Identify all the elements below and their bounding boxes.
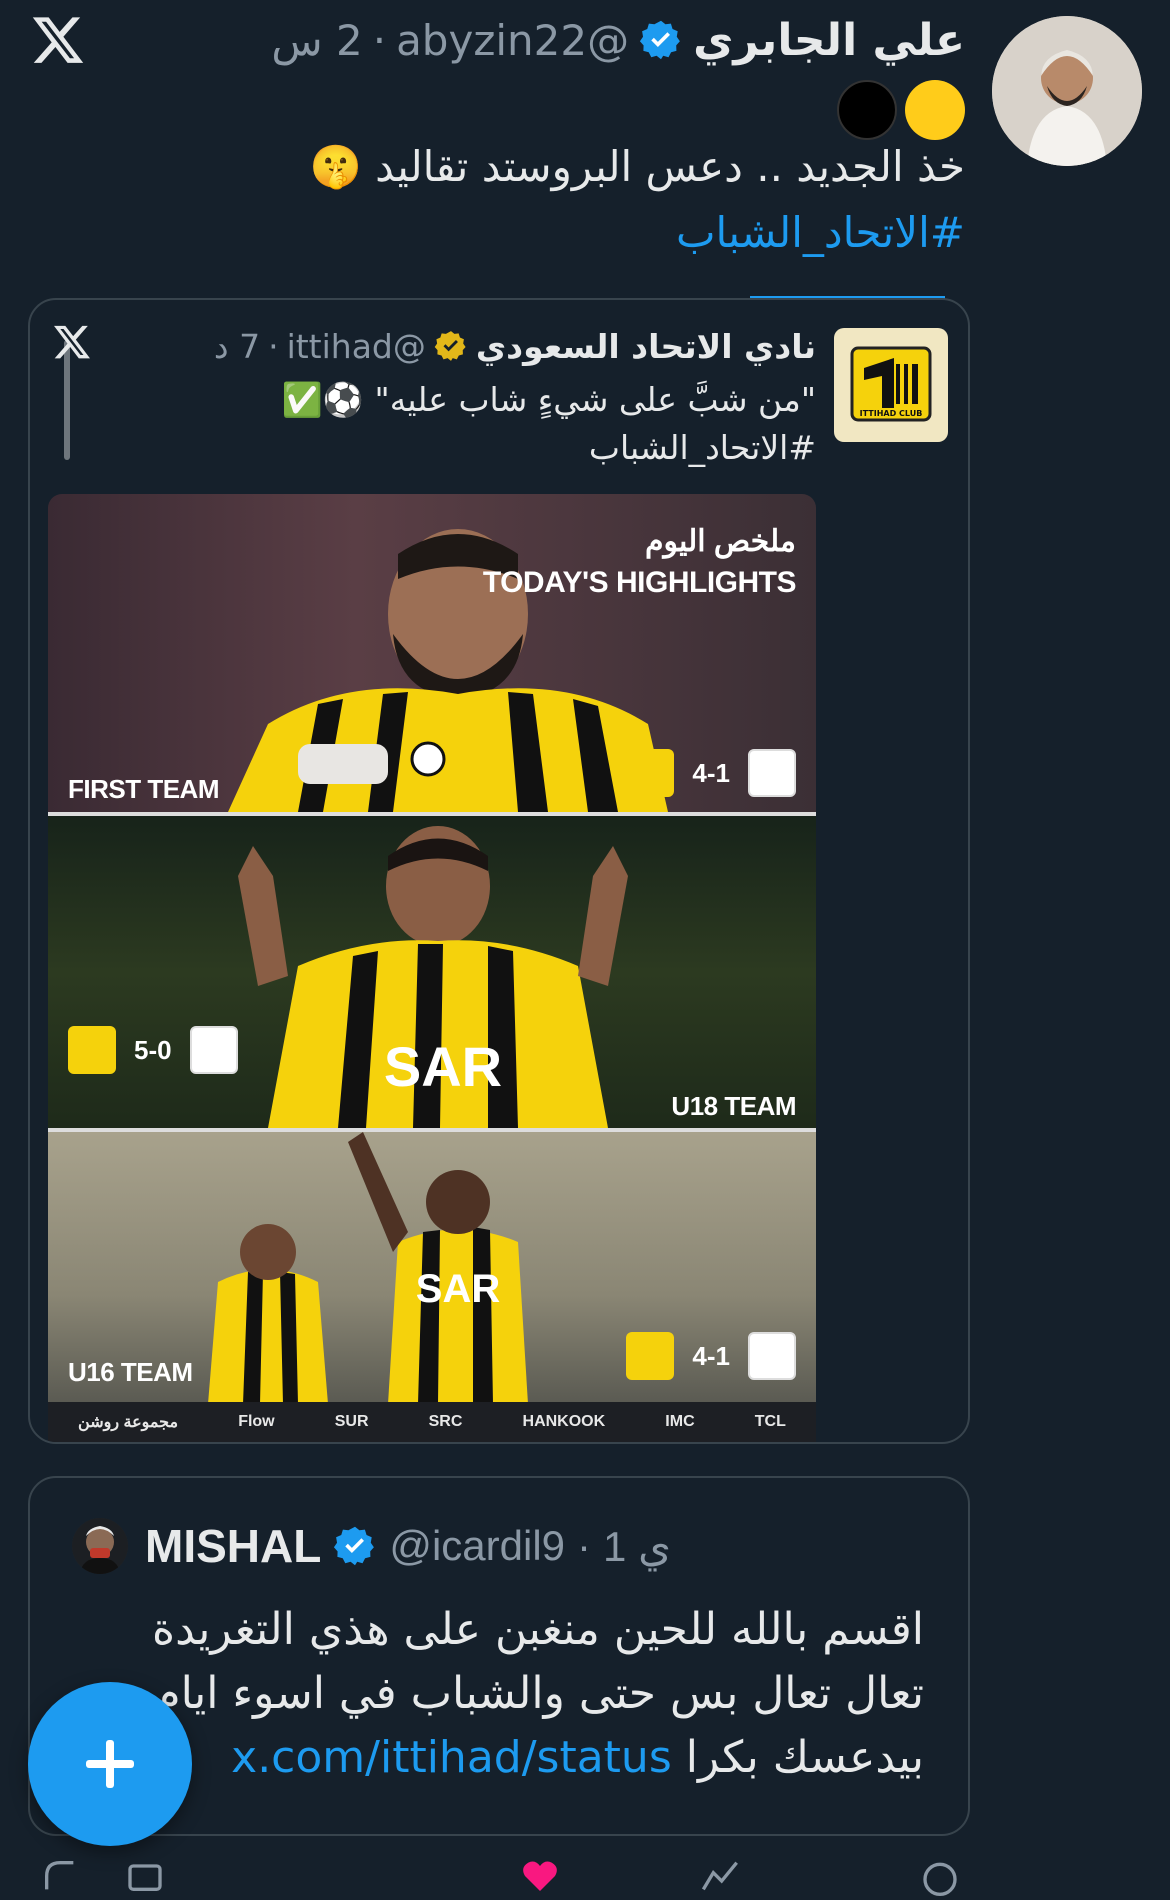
media-panel-u18: SAR 5-0 U18 TEAM bbox=[48, 816, 816, 1128]
ittihad-crest-icon bbox=[68, 1026, 116, 1074]
reply-avatar-image bbox=[72, 1518, 128, 1574]
quoted-header: نادي الاتحاد السعودي @ittihad · 7 د bbox=[214, 322, 816, 370]
sponsor-src: SRC bbox=[428, 1413, 463, 1430]
reply-header: MISHAL @icardil9 · 1 ي bbox=[145, 1516, 671, 1576]
quoted-text: "من شبَّ على شيءٍ شاب عليه" ⚽️✅ bbox=[281, 380, 816, 419]
reply-icon[interactable] bbox=[40, 1856, 80, 1896]
quoted-hashtag[interactable]: #الاتحاد_الشباب bbox=[589, 428, 816, 467]
u16-score-text: 4-1 bbox=[692, 1340, 730, 1371]
verified-badge-icon bbox=[640, 20, 680, 60]
first-team-label: FIRST TEAM bbox=[68, 774, 220, 804]
svg-text:SAR: SAR bbox=[416, 1267, 501, 1311]
emoji-row bbox=[837, 80, 965, 140]
tweet-action-bar bbox=[0, 1856, 1170, 1900]
retweet-icon[interactable] bbox=[125, 1856, 165, 1896]
status-link[interactable]: x.com/ittihad/status bbox=[231, 1732, 672, 1783]
reply-time[interactable]: 1 ي bbox=[603, 1522, 671, 1571]
svg-text:SAR: SAR bbox=[384, 1035, 502, 1098]
quoted-x-logo-icon bbox=[54, 325, 90, 359]
u16-team-label: U16 TEAM bbox=[68, 1357, 193, 1387]
sponsor-bar: مجموعة روشن Flow SUR SRC HANKOOK IMC TCL bbox=[48, 1402, 816, 1442]
media-title-ar: ملخص اليوم bbox=[644, 525, 797, 558]
reply-text-line-2: تعال تعال بس حتى والشباب في اسوء ايام bbox=[153, 1668, 924, 1719]
reply-handle[interactable]: @icardil9 bbox=[389, 1522, 565, 1570]
first-team-score: 4-1 bbox=[626, 749, 796, 797]
author-avatar[interactable] bbox=[992, 16, 1142, 166]
sponsor-roshn: مجموعة روشن bbox=[78, 1414, 179, 1431]
header-separator: · bbox=[372, 15, 387, 65]
u16-score: 4-1 bbox=[626, 1332, 796, 1380]
sponsor-flow: Flow bbox=[238, 1413, 275, 1430]
author-avatar-image bbox=[992, 16, 1142, 166]
x-logo-icon[interactable] bbox=[30, 12, 86, 68]
opponent-crest-icon bbox=[748, 749, 796, 797]
black-circle-emoji bbox=[837, 80, 897, 140]
sponsor-tcl: TCL bbox=[754, 1413, 786, 1430]
quoted-media-image[interactable]: ملخص اليوم TODAY'S HIGHLIGHTS FIRST TEAM… bbox=[48, 494, 816, 1442]
gold-verified-badge-icon bbox=[434, 331, 466, 361]
u18-team-label: U18 TEAM bbox=[671, 1091, 796, 1121]
reply-text-line-3-words: بيدعسك بكرا bbox=[685, 1732, 924, 1783]
reply-avatar[interactable] bbox=[72, 1518, 128, 1574]
sponsor-imc: IMC bbox=[665, 1413, 695, 1430]
opponent-crest-icon bbox=[189, 1026, 238, 1074]
quoted-time[interactable]: 7 د bbox=[214, 327, 260, 366]
media-panel-first-team: ملخص اليوم TODAY'S HIGHLIGHTS FIRST TEAM… bbox=[48, 494, 816, 812]
tweet-text: خذ الجديد .. دعس البروستد تقاليد 🤫 bbox=[309, 142, 965, 191]
bookmark-icon[interactable] bbox=[920, 1856, 960, 1896]
reply-text-line-1: اقسم بالله للحين منغبن على هذي التغريدة bbox=[152, 1604, 924, 1655]
reply-author-name[interactable]: MISHAL bbox=[145, 1519, 321, 1573]
u18-score-text: 5-0 bbox=[134, 1034, 172, 1065]
author-name[interactable]: علي الجابري bbox=[693, 15, 965, 66]
tweet-header: علي الجابري @abyzin22 · 2 س bbox=[271, 10, 965, 70]
heart-icon[interactable] bbox=[520, 1856, 560, 1896]
plus-icon bbox=[86, 1740, 134, 1788]
first-team-score-text: 4-1 bbox=[692, 757, 730, 788]
sponsor-hankook: HANKOOK bbox=[522, 1413, 606, 1430]
tweet-hashtag[interactable]: #الاتحاد_الشباب bbox=[676, 208, 965, 257]
quoted-handle[interactable]: @ittihad bbox=[287, 327, 426, 366]
media-panel-u16: SAR U16 TEAM 4-1 bbox=[48, 1132, 816, 1404]
reply-separator: · bbox=[577, 1522, 592, 1569]
verified-badge-icon bbox=[334, 1526, 375, 1566]
quoted-tweet-card[interactable]: ITTIHAD CLUB نادي الاتحاد السعودي @ittih… bbox=[28, 298, 970, 1444]
ittihad-crest-icon bbox=[626, 749, 675, 797]
club-logo[interactable]: ITTIHAD CLUB bbox=[834, 328, 948, 442]
author-handle[interactable]: @abyzin22 bbox=[396, 16, 629, 65]
player-figure-u18: SAR bbox=[238, 826, 628, 1128]
tweet-time[interactable]: 2 س bbox=[271, 16, 362, 65]
media-title-en: TODAY'S HIGHLIGHTS bbox=[482, 566, 797, 599]
compose-button[interactable] bbox=[28, 1682, 192, 1846]
yellow-circle-emoji bbox=[905, 80, 965, 140]
club-logo-text: ITTIHAD CLUB bbox=[860, 409, 923, 418]
ittihad-crest-icon bbox=[626, 1332, 675, 1380]
quoted-separator: · bbox=[268, 326, 279, 366]
views-icon[interactable] bbox=[700, 1856, 740, 1896]
sponsor-sur: SUR bbox=[334, 1413, 369, 1430]
u18-score: 5-0 bbox=[68, 1026, 238, 1074]
quoted-author-name[interactable]: نادي الاتحاد السعودي bbox=[476, 327, 816, 366]
reply-text-line-3: بيدعسك بكرا x.com/ittihad/status bbox=[231, 1732, 924, 1783]
club-crest-icon: ITTIHAD CLUB bbox=[850, 346, 932, 422]
opponent-crest-icon bbox=[748, 1332, 796, 1380]
